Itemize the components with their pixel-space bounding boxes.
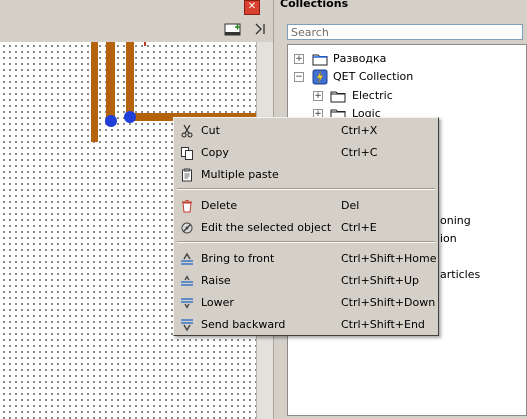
menu-item-label: Delete — [201, 199, 238, 212]
menu-item-shortcut: Ctrl+C — [341, 146, 378, 159]
search-input[interactable] — [287, 24, 523, 40]
menu-item-bring-to-front[interactable]: Bring to front Ctrl+Shift+Home — [175, 248, 437, 270]
menu-item-lower[interactable]: Lower Ctrl+Shift+Down — [175, 292, 437, 314]
junction-node-right[interactable] — [124, 111, 136, 123]
menu-item-label: Bring to front — [201, 252, 275, 265]
tree-label: QET Collection — [333, 70, 414, 83]
wire-vertical-middle[interactable] — [106, 42, 115, 122]
copy-icon — [181, 147, 193, 160]
menu-item-label: Send backward — [201, 318, 286, 331]
menu-item-delete[interactable]: Delete Del — [175, 195, 437, 217]
raise-icon — [181, 275, 193, 286]
lower-icon — [181, 298, 193, 309]
menu-item-send-backward[interactable]: Send backward Ctrl+Shift+End — [175, 314, 437, 336]
menu-item-raise[interactable]: Raise Ctrl+Shift+Up — [175, 270, 437, 292]
menu-item-shortcut: Ctrl+Shift+Up — [341, 274, 420, 287]
menu-item-shortcut: Ctrl+Shift+Home — [341, 252, 437, 265]
tree-label: Electric — [352, 89, 393, 102]
add-page-icon[interactable] — [224, 23, 242, 37]
panel-title: Collections — [280, 0, 349, 10]
menu-item-multiple-paste[interactable]: Multiple paste — [175, 164, 437, 186]
menu-item-shortcut: Ctrl+Shift+Down — [341, 296, 436, 309]
scissors-icon — [181, 124, 193, 138]
trash-icon — [182, 199, 192, 213]
menu-separator — [177, 188, 435, 190]
collapse-icon[interactable]: − — [294, 72, 304, 82]
context-menu: Cut Ctrl+X Copy Ctrl+C Multiple paste De… — [173, 117, 439, 336]
tree-item-electric[interactable]: + Electric — [288, 87, 526, 105]
menu-item-shortcut: Ctrl+E — [341, 221, 377, 234]
expand-icon[interactable]: + — [294, 54, 304, 64]
menu-item-label: Cut — [201, 124, 220, 137]
menu-item-copy[interactable]: Copy Ctrl+C — [175, 142, 437, 164]
send-backward-icon — [181, 319, 193, 332]
collapse-panel-icon[interactable] — [253, 22, 267, 36]
folder-icon — [312, 54, 328, 66]
paste-icon — [182, 168, 192, 182]
tree-item-partial[interactable]: oning — [440, 214, 471, 227]
menu-item-shortcut: Ctrl+Shift+End — [341, 318, 425, 331]
menu-item-label: Edit the selected object — [201, 221, 332, 234]
bring-to-front-icon — [181, 252, 193, 265]
menu-item-label: Copy — [201, 146, 229, 159]
tree-item-partial[interactable]: articles — [440, 268, 480, 281]
close-button[interactable]: ✕ — [244, 0, 260, 15]
tree-item-razvodka[interactable]: + Разводка — [288, 50, 526, 68]
menu-item-label: Multiple paste — [201, 168, 279, 181]
menu-item-label: Raise — [201, 274, 231, 287]
wire-vertical-left[interactable] — [91, 42, 98, 142]
terminal-marker — [144, 42, 146, 46]
menu-item-shortcut: Ctrl+X — [341, 124, 378, 137]
expand-icon[interactable]: + — [313, 91, 323, 101]
menu-item-shortcut: Del — [341, 199, 360, 212]
menu-separator — [177, 241, 435, 243]
folder-icon — [330, 91, 346, 103]
menu-item-edit-selected-object[interactable]: Edit the selected object Ctrl+E — [175, 217, 437, 239]
tree-item-qet-collection[interactable]: − QET Collection — [288, 68, 526, 86]
menu-item-label: Lower — [201, 296, 234, 309]
junction-node-left[interactable] — [105, 115, 117, 127]
qet-collection-icon — [312, 69, 328, 85]
edit-object-icon — [181, 222, 193, 234]
tree-item-partial[interactable]: ion — [440, 232, 457, 245]
wire-vertical-right[interactable] — [126, 42, 134, 120]
tree-label: Разводка — [333, 52, 387, 65]
menu-item-cut[interactable]: Cut Ctrl+X — [175, 120, 437, 142]
